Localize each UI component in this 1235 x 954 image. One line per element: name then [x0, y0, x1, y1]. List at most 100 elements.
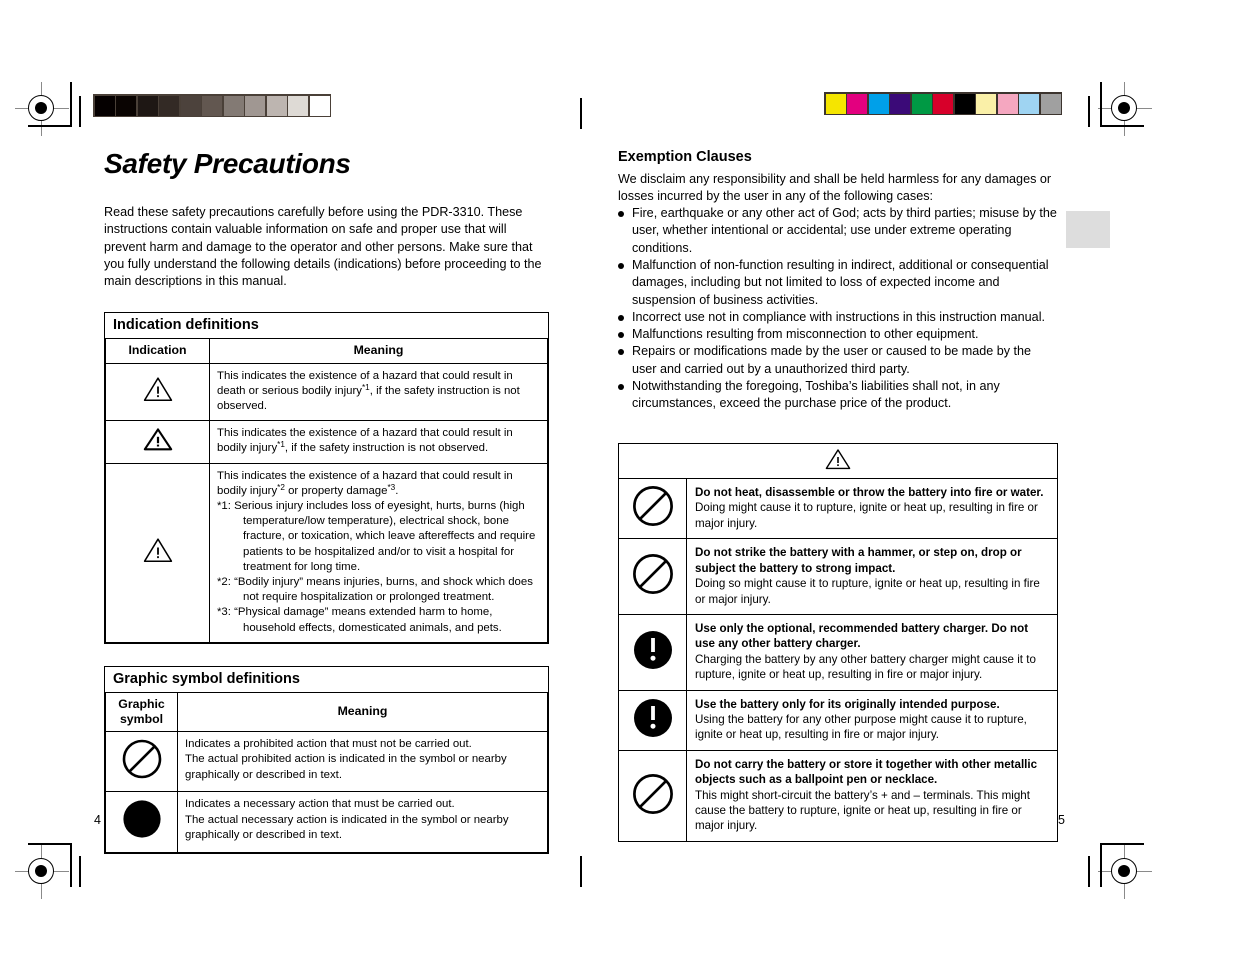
footnote-3: *3: “Physical damage” means extended har… — [217, 606, 502, 634]
bullet-dot-icon — [618, 314, 624, 321]
list-item: Incorrect use not in compliance with ins… — [618, 309, 1058, 326]
regmark-dot — [35, 865, 47, 877]
warning-symbol-cell — [618, 538, 687, 615]
exemption-intro-paragraph: We disclaim any responsibility and shall… — [618, 171, 1052, 203]
warning-symbol-cell — [618, 689, 687, 751]
list-item-text: Fire, earthquake or any other act of God… — [632, 206, 1057, 255]
bullet-dot-icon — [618, 262, 624, 269]
mandatory-exclamation-icon — [631, 628, 675, 676]
warning-symbol-cell — [618, 478, 687, 540]
indication-symbol-cell — [105, 362, 210, 422]
color-swatch-5 — [933, 93, 953, 114]
crop-mark-top-right-vertical — [1100, 82, 1102, 126]
trim-tick-left — [79, 96, 81, 127]
crop-mark-top-left-horizontal — [28, 125, 72, 127]
registration-mark-top-left — [15, 82, 69, 136]
footnote-marker: *2 — [277, 482, 285, 492]
gray-swatch-6 — [223, 95, 244, 116]
table-row: Do not heat, disassemble or throw the ba… — [618, 478, 1058, 540]
list-item-text: Notwithstanding the foregoing, Toshiba’s… — [632, 379, 1000, 411]
meaning-text-c: . — [395, 484, 399, 497]
graphic-symbol-meaning-cell: Indicates a prohibited action that must … — [177, 731, 548, 793]
regmark-dot — [1118, 865, 1130, 877]
warning-header-symbol-cell — [618, 442, 1058, 480]
table-row: This indicates the existence of a hazard… — [105, 462, 548, 643]
meaning-line-1: Indicates a necessary action that must b… — [185, 798, 455, 811]
list-item-text: Malfunctions resulting from misconnectio… — [632, 327, 979, 342]
gray-swatch-4 — [180, 95, 201, 116]
footnote-marker: *1 — [277, 440, 285, 450]
graphic-symbol-meaning-cell: Indicates a necessary action that must b… — [177, 791, 548, 853]
meaning-text-b: or property damage — [284, 484, 388, 497]
column-header-graphic-symbol: Graphic symbol — [105, 691, 178, 733]
gray-swatch-8 — [266, 95, 287, 116]
exemption-bullet-list: Fire, earthquake or any other act of God… — [618, 205, 1058, 413]
list-item: Fire, earthquake or any other act of God… — [618, 205, 1058, 257]
bullet-dot-icon — [618, 349, 624, 356]
gray-swatch-5 — [202, 95, 222, 116]
table-row: Indicates a necessary action that must b… — [105, 791, 548, 853]
warning-body-text: Doing so might cause it to rupture, igni… — [695, 577, 1040, 606]
trim-tick-bottom-right — [1088, 856, 1090, 887]
warning-triangle-icon — [143, 376, 173, 407]
indication-definitions-table: Indication Meaning This indicates the ex… — [105, 338, 548, 643]
indication-meaning-cell: This indicates the existence of a hazard… — [209, 462, 548, 643]
crop-mark-bottom-right-vertical — [1100, 843, 1102, 887]
exemption-clauses-heading: Exemption Clauses — [618, 149, 752, 165]
table-row: Do not carry the battery or store it tog… — [618, 749, 1058, 842]
indication-symbol-cell — [105, 420, 210, 464]
warning-text-cell: Do not carry the battery or store it tog… — [686, 749, 1058, 842]
battery-warning-table: Do not heat, disassemble or throw the ba… — [618, 442, 1058, 842]
color-swatch-7 — [976, 93, 996, 114]
crop-mark-bottom-left-vertical — [70, 843, 72, 887]
meaning-text-b: , if the safety instruction is not obser… — [284, 442, 489, 455]
warning-symbol-cell — [618, 749, 687, 842]
table-header-row: Graphic symbol Meaning — [105, 691, 548, 733]
bullet-dot-icon — [618, 332, 624, 339]
left-page-column: Safety Precautions Read these safety pre… — [104, 150, 549, 854]
gray-swatch-9 — [288, 95, 308, 116]
printed-page-spread: Safety Precautions Read these safety pre… — [0, 0, 1235, 954]
warning-triangle-icon — [143, 537, 173, 568]
warning-text-cell: Do not heat, disassemble or throw the ba… — [686, 478, 1058, 540]
table-header-row: Indication Meaning — [105, 338, 548, 364]
table-row: This indicates the existence of a hazard… — [105, 420, 548, 464]
prohibition-icon — [631, 484, 675, 532]
crop-mark-bottom-right-horizontal — [1100, 843, 1144, 845]
list-item-text: Malfunction of non-function resulting in… — [632, 257, 1049, 307]
page-number-left: 4 — [94, 813, 101, 827]
center-trim-tick-top — [580, 98, 582, 129]
footnote-2: *2: “Bodily injury” means injuries, burn… — [217, 576, 533, 604]
color-swatch-4 — [911, 93, 932, 114]
list-item: Repairs or modifications made by the use… — [618, 343, 1058, 378]
table-row: This indicates the existence of a hazard… — [105, 362, 548, 422]
table-row: Indicates a prohibited action that must … — [105, 731, 548, 793]
gray-swatch-1 — [116, 95, 136, 116]
warning-body-text: Using the battery for any other purpose … — [695, 712, 1027, 742]
warning-symbol-cell — [618, 613, 687, 691]
registration-mark-bottom-right — [1098, 845, 1152, 899]
warning-text-cell: Do not strike the battery with a hammer,… — [686, 538, 1058, 615]
intro-paragraph: Read these safety precautions carefully … — [104, 205, 542, 289]
warning-lead-text: Use only the optional, recommended batte… — [695, 621, 1029, 651]
registration-mark-top-right — [1098, 82, 1152, 136]
gray-swatch-3 — [159, 95, 179, 116]
regmark-dot — [1118, 102, 1130, 114]
grayscale-step-wedge — [93, 94, 331, 117]
color-swatch-8 — [997, 93, 1018, 114]
indication-symbol-cell — [105, 462, 210, 643]
regmark-dot — [35, 102, 47, 114]
gray-swatch-7 — [245, 95, 265, 116]
table-row: Use the battery only for its originally … — [618, 689, 1058, 751]
graphic-symbol-definitions-table: Graphic symbol Meaning Indicates a prohi… — [105, 691, 548, 853]
indication-definitions-title: Indication definitions — [113, 317, 259, 334]
indication-meaning-cell: This indicates the existence of a hazard… — [209, 420, 548, 464]
warning-body-text: Charging the battery by any other batter… — [695, 652, 1036, 682]
prohibition-icon — [631, 772, 675, 820]
warning-body-text: This might short-circuit the battery’s +… — [695, 788, 1030, 833]
section-thumb-tab — [1066, 211, 1110, 248]
mandatory-exclamation-icon — [631, 696, 675, 744]
page-number-right: 5 — [1058, 813, 1065, 827]
warning-lead-text: Do not heat, disassemble or throw the ba… — [695, 486, 1044, 500]
meaning-line-3: graphically or described in text. — [185, 828, 343, 841]
